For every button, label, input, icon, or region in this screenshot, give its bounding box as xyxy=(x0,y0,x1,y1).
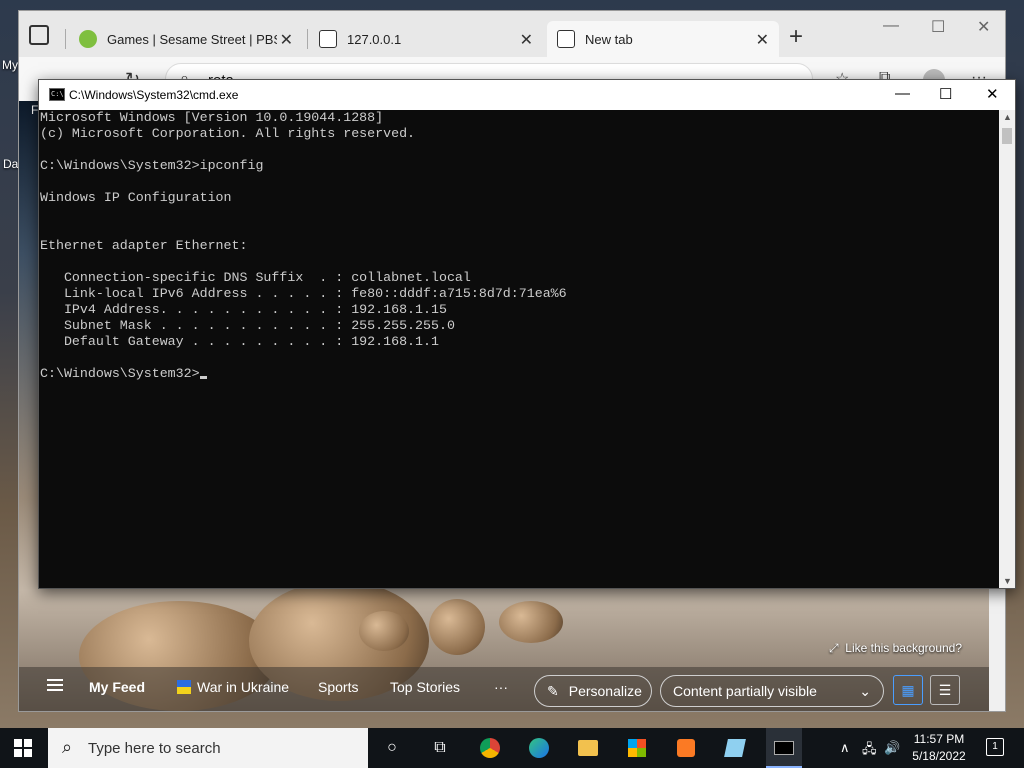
windows-start-icon[interactable] xyxy=(14,739,32,757)
desktop-label-mid[interactable]: Da xyxy=(3,157,18,171)
cmd-line xyxy=(40,142,1000,158)
cmd-line xyxy=(40,174,1000,190)
page-icon xyxy=(319,30,337,48)
file-explorer-icon[interactable] xyxy=(576,737,600,759)
notification-center-icon[interactable]: 1 xyxy=(986,738,1004,756)
clock-time: 11:57 PM xyxy=(913,732,965,746)
feed-label: War in Ukraine xyxy=(197,679,290,695)
feed-more-icon[interactable]: ··· xyxy=(494,679,508,695)
new-tab-plus-icon[interactable]: + xyxy=(789,23,803,51)
desktop-label-top[interactable]: My xyxy=(2,58,18,72)
new-tab-page-icon xyxy=(557,30,575,48)
search-placeholder: Type here to search xyxy=(88,740,221,757)
tab-title: Games | Sesame Street | PBS KID xyxy=(107,31,277,47)
edge-icon[interactable] xyxy=(527,737,551,759)
task-view-icon[interactable]: ⧉ xyxy=(428,737,452,759)
cmd-scrollbar[interactable]: ▲ ▼ xyxy=(999,110,1015,588)
background-rock xyxy=(359,611,409,651)
cmd-line: Link-local IPv6 Address . . . . . : fe80… xyxy=(40,286,567,301)
hamburger-menu-icon[interactable] xyxy=(47,679,63,691)
tab-strip: Games | Sesame Street | PBS KID ✕ 127.0.… xyxy=(19,11,1005,57)
background-rock xyxy=(499,601,563,643)
content-visibility-dropdown[interactable]: Content partially visible ⌄ xyxy=(660,675,884,707)
grid-layout-icon[interactable]: ▦ xyxy=(893,675,923,705)
cmd-output[interactable]: Microsoft Windows [Version 10.0.19044.12… xyxy=(40,110,1000,588)
cmd-close-icon[interactable]: ✕ xyxy=(986,85,999,103)
system-clock[interactable]: 11:57 PM 5/18/2022 xyxy=(906,731,972,765)
cmd-line xyxy=(40,254,1000,270)
cmd-prompt: C:\Windows\System32> xyxy=(40,366,200,381)
cmd-line: Microsoft Windows [Version 10.0.19044.12… xyxy=(40,110,384,125)
show-hidden-icons-icon[interactable]: ∧ xyxy=(840,740,850,756)
like-background-link[interactable]: ⤢ Like this background? xyxy=(829,641,962,656)
like-background-label: Like this background? xyxy=(845,641,963,655)
cmd-line xyxy=(40,350,1000,366)
close-tab-icon[interactable]: ✕ xyxy=(520,30,533,50)
close-tab-icon[interactable]: ✕ xyxy=(756,30,769,50)
network-icon[interactable]: 🖧 xyxy=(862,740,877,762)
volume-icon[interactable]: 🔊 xyxy=(884,740,900,756)
cmd-line xyxy=(40,206,1000,222)
background-rock xyxy=(429,599,485,655)
cmd-line: Ethernet adapter Ethernet: xyxy=(40,238,248,253)
cmd-line: IPv4 Address. . . . . . . . . . . : 192.… xyxy=(40,302,447,317)
tab-actions-icon[interactable] xyxy=(29,25,49,45)
personalize-button[interactable]: ✎ Personalize xyxy=(534,675,652,707)
cmd-line xyxy=(40,222,1000,238)
personalize-label: Personalize xyxy=(568,683,642,699)
close-tab-icon[interactable]: ✕ xyxy=(280,30,293,50)
close-window-icon[interactable]: ✕ xyxy=(977,17,990,37)
cmd-line: Windows IP Configuration xyxy=(40,190,232,205)
content-visibility-label: Content partially visible xyxy=(673,683,817,699)
feed-war-in-ukraine[interactable]: War in Ukraine xyxy=(177,679,289,695)
ukraine-flag-icon xyxy=(177,680,191,694)
feed-top-stories[interactable]: Top Stories xyxy=(390,679,460,695)
xampp-icon[interactable] xyxy=(674,737,698,759)
cmd-minimize-icon[interactable]: — xyxy=(895,85,910,102)
cmd-title: C:\Windows\System32\cmd.exe xyxy=(69,88,239,102)
list-layout-icon[interactable]: ☰ xyxy=(930,675,960,705)
scroll-up-icon[interactable]: ▲ xyxy=(1003,112,1012,122)
cmd-line: (c) Microsoft Corporation. All rights re… xyxy=(40,126,416,141)
chrome-icon[interactable] xyxy=(478,737,502,759)
microsoft-store-icon[interactable] xyxy=(625,737,649,759)
cortana-icon[interactable]: ○ xyxy=(380,737,404,759)
minimize-icon[interactable]: — xyxy=(883,17,899,35)
scroll-down-icon[interactable]: ▼ xyxy=(1003,576,1012,586)
pbs-kids-icon xyxy=(79,30,97,48)
notes-app-icon[interactable] xyxy=(723,737,747,759)
cmd-line: Subnet Mask . . . . . . . . . . . : 255.… xyxy=(40,318,455,333)
pencil-icon: ✎ xyxy=(547,682,559,699)
cmd-prompt-line[interactable]: C:\Windows\System32> xyxy=(40,366,1000,382)
cmd-line: C:\Windows\System32>ipconfig xyxy=(40,158,264,173)
feed-bar: My Feed War in Ukraine Sports Top Storie… xyxy=(19,667,1005,711)
cmd-maximize-icon[interactable]: ☐ xyxy=(939,85,952,103)
tab-separator xyxy=(307,29,308,49)
tab-localhost[interactable]: 127.0.0.1 ✕ xyxy=(309,21,543,57)
tab-title: New tab xyxy=(585,31,633,47)
scroll-thumb[interactable] xyxy=(1002,128,1012,144)
tab-separator xyxy=(65,29,66,49)
cmd-line: Connection-specific DNS Suffix . : colla… xyxy=(40,270,471,285)
feed-my-feed[interactable]: My Feed xyxy=(89,679,145,695)
tab-title: 127.0.0.1 xyxy=(347,31,402,47)
cmd-line: Default Gateway . . . . . . . . . : 192.… xyxy=(40,334,439,349)
cmd-window: C:\ C:\Windows\System32\cmd.exe — ☐ ✕ Mi… xyxy=(38,79,1016,589)
cmd-icon: C:\ xyxy=(49,88,65,101)
tab-sesame-street[interactable]: Games | Sesame Street | PBS KID ✕ xyxy=(69,21,303,57)
search-icon: ⌕ xyxy=(62,737,73,757)
taskbar-search-box[interactable]: ⌕ Type here to search xyxy=(48,728,368,768)
maximize-icon[interactable]: ☐ xyxy=(931,17,945,37)
taskbar: ⌕ Type here to search ○ ⧉ ∧ 🖧 🔊 11:57 PM… xyxy=(0,728,1024,768)
cmd-cursor xyxy=(199,376,207,379)
cmd-taskbar-icon[interactable] xyxy=(766,728,802,768)
cmd-title-bar[interactable]: C:\ C:\Windows\System32\cmd.exe — ☐ ✕ xyxy=(39,80,1015,110)
clock-date: 5/18/2022 xyxy=(912,749,966,763)
chevron-down-icon: ⌄ xyxy=(859,682,871,699)
feed-sports[interactable]: Sports xyxy=(318,679,358,695)
tab-new-tab[interactable]: New tab ✕ xyxy=(547,21,779,57)
